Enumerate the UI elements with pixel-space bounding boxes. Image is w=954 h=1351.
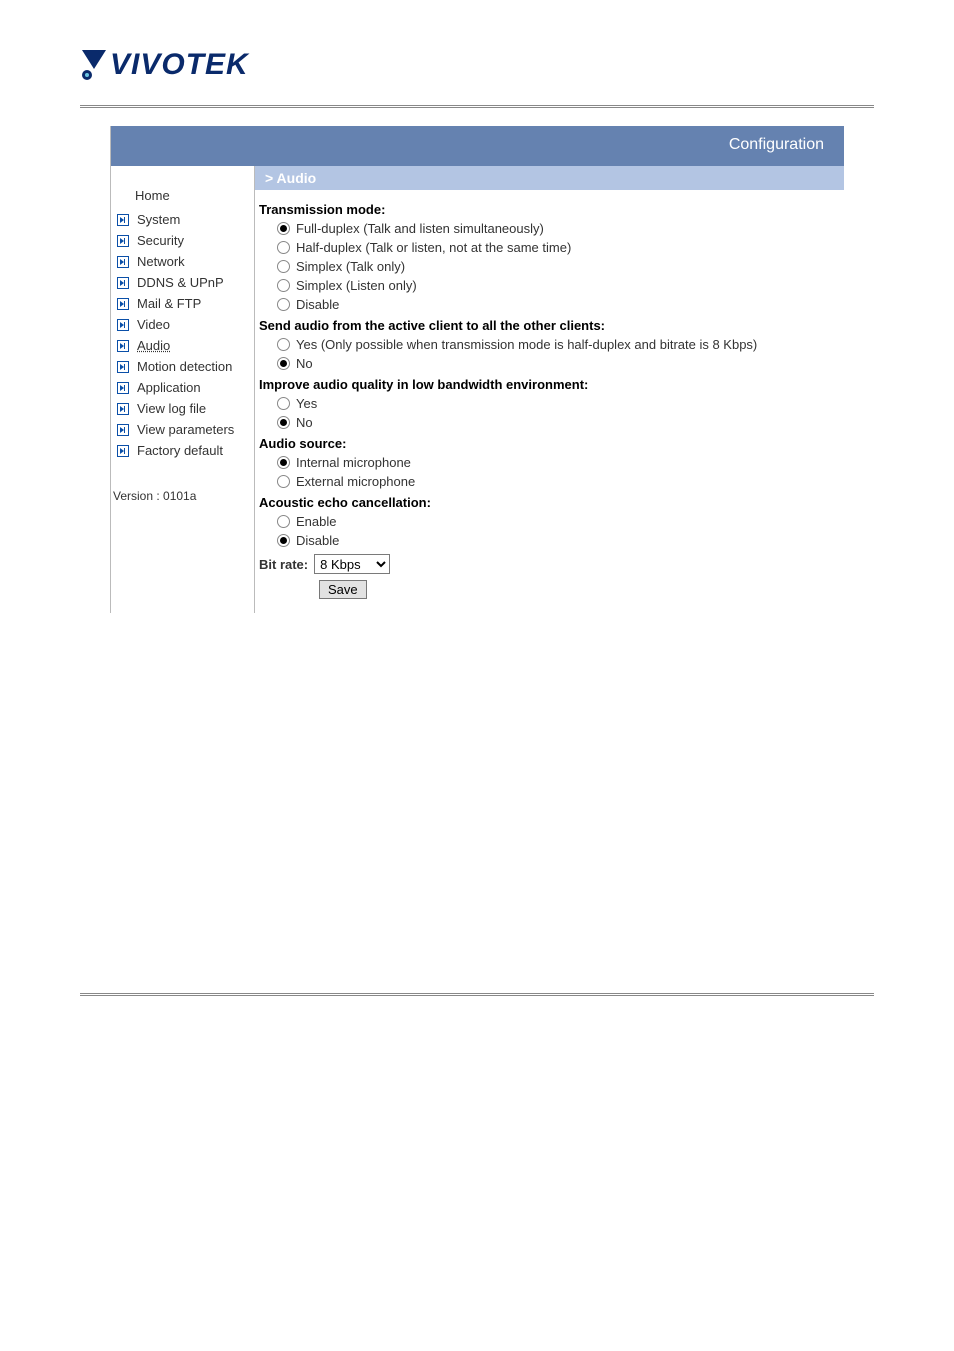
content: > Audio Transmission mode: Full-duplex (… bbox=[254, 166, 844, 613]
improve-option-label: Yes bbox=[296, 396, 317, 411]
arrow-right-icon bbox=[117, 256, 129, 268]
source-radio-0[interactable] bbox=[277, 456, 290, 469]
echo-option-row: Enable bbox=[259, 512, 840, 531]
nav-item-label: Security bbox=[137, 233, 184, 248]
nav-item-factory-default[interactable]: Factory default bbox=[111, 440, 254, 461]
nav-item-view-parameters[interactable]: View parameters bbox=[111, 419, 254, 440]
echo-heading: Acoustic echo cancellation: bbox=[259, 491, 840, 512]
arrow-right-icon bbox=[117, 235, 129, 247]
arrow-right-icon bbox=[117, 340, 129, 352]
echo-radio-0[interactable] bbox=[277, 515, 290, 528]
logo-area: VIVOTEK bbox=[0, 40, 954, 105]
source-option-label: Internal microphone bbox=[296, 455, 411, 470]
arrow-right-icon bbox=[117, 424, 129, 436]
nav-item-label: Network bbox=[137, 254, 185, 269]
send-audio-option-label: No bbox=[296, 356, 313, 371]
source-radio-1[interactable] bbox=[277, 475, 290, 488]
app-frame: Configuration Home System Security Network… bbox=[110, 126, 844, 613]
nav-item-motion-detection[interactable]: Motion detection bbox=[111, 356, 254, 377]
save-button[interactable]: Save bbox=[319, 580, 367, 599]
improve-option-row: Yes bbox=[259, 394, 840, 413]
arrow-right-icon bbox=[117, 361, 129, 373]
transmission-radio-4[interactable] bbox=[277, 298, 290, 311]
audio-form: Transmission mode: Full-duplex (Talk and… bbox=[255, 190, 844, 613]
sidebar: Home System Security Network DDNS & UPnP Mai… bbox=[111, 166, 255, 613]
nav-item-system[interactable]: System bbox=[111, 209, 254, 230]
nav-item-audio[interactable]: Audio bbox=[111, 335, 254, 356]
nav-item-label: Factory default bbox=[137, 443, 223, 458]
bitrate-select[interactable]: 8 Kbps bbox=[314, 554, 390, 574]
breadcrumb: > Audio bbox=[255, 166, 844, 190]
nav-item-ddns-upnp[interactable]: DDNS & UPnP bbox=[111, 272, 254, 293]
send-audio-option-row: Yes (Only possible when transmission mod… bbox=[259, 335, 840, 354]
echo-radio-1[interactable] bbox=[277, 534, 290, 547]
transmission-radio-1[interactable] bbox=[277, 241, 290, 254]
nav-item-label: Motion detection bbox=[137, 359, 232, 374]
nav-item-security[interactable]: Security bbox=[111, 230, 254, 251]
nav-home-label: Home bbox=[135, 188, 170, 203]
nav-home[interactable]: Home bbox=[111, 184, 254, 209]
improve-heading: Improve audio quality in low bandwidth e… bbox=[259, 373, 840, 394]
echo-option-row: Disable bbox=[259, 531, 840, 550]
transmission-option-row: Half-duplex (Talk or listen, not at the … bbox=[259, 238, 840, 257]
improve-option-label: No bbox=[296, 415, 313, 430]
nav-item-label: View parameters bbox=[137, 422, 234, 437]
nav-item-label: Audio bbox=[137, 338, 170, 353]
transmission-option-row: Full-duplex (Talk and listen simultaneou… bbox=[259, 219, 840, 238]
echo-option-label: Enable bbox=[296, 514, 336, 529]
bitrate-label: Bit rate: bbox=[259, 557, 308, 572]
version-label: Version : 0101a bbox=[111, 461, 254, 503]
nav-item-label: Application bbox=[137, 380, 201, 395]
nav-item-view-log-file[interactable]: View log file bbox=[111, 398, 254, 419]
logo-icon bbox=[80, 48, 108, 82]
nav-item-application[interactable]: Application bbox=[111, 377, 254, 398]
nav-item-label: Video bbox=[137, 317, 170, 332]
source-option-label: External microphone bbox=[296, 474, 415, 489]
transmission-option-row: Simplex (Talk only) bbox=[259, 257, 840, 276]
improve-option-row: No bbox=[259, 413, 840, 432]
transmission-option-label: Simplex (Talk only) bbox=[296, 259, 405, 274]
improve-radio-1[interactable] bbox=[277, 416, 290, 429]
improve-radio-0[interactable] bbox=[277, 397, 290, 410]
arrow-right-icon bbox=[117, 214, 129, 226]
transmission-option-row: Simplex (Listen only) bbox=[259, 276, 840, 295]
nav-item-video[interactable]: Video bbox=[111, 314, 254, 335]
logo: VIVOTEK bbox=[80, 48, 249, 82]
nav-item-label: System bbox=[137, 212, 180, 227]
nav-item-label: Mail & FTP bbox=[137, 296, 201, 311]
send-audio-radio-1[interactable] bbox=[277, 357, 290, 370]
send-audio-heading: Send audio from the active client to all… bbox=[259, 314, 840, 335]
nav-item-label: DDNS & UPnP bbox=[137, 275, 224, 290]
source-heading: Audio source: bbox=[259, 432, 840, 453]
arrow-right-icon bbox=[117, 298, 129, 310]
app-header: Configuration bbox=[111, 126, 844, 166]
transmission-option-label: Half-duplex (Talk or listen, not at the … bbox=[296, 240, 571, 255]
transmission-option-label: Disable bbox=[296, 297, 339, 312]
transmission-option-label: Full-duplex (Talk and listen simultaneou… bbox=[296, 221, 544, 236]
source-option-row: External microphone bbox=[259, 472, 840, 491]
transmission-radio-2[interactable] bbox=[277, 260, 290, 273]
echo-option-label: Disable bbox=[296, 533, 339, 548]
divider-bottom bbox=[80, 993, 874, 996]
nav-item-label: View log file bbox=[137, 401, 206, 416]
transmission-option-label: Simplex (Listen only) bbox=[296, 278, 417, 293]
send-audio-radio-0[interactable] bbox=[277, 338, 290, 351]
arrow-right-icon bbox=[117, 277, 129, 289]
send-audio-option-row: No bbox=[259, 354, 840, 373]
arrow-right-icon bbox=[117, 445, 129, 457]
transmission-heading: Transmission mode: bbox=[259, 198, 840, 219]
transmission-option-row: Disable bbox=[259, 295, 840, 314]
transmission-radio-3[interactable] bbox=[277, 279, 290, 292]
page-title: Configuration bbox=[729, 136, 824, 153]
arrow-right-icon bbox=[117, 319, 129, 331]
nav-item-mail-ftp[interactable]: Mail & FTP bbox=[111, 293, 254, 314]
arrow-right-icon bbox=[117, 382, 129, 394]
send-audio-option-label: Yes (Only possible when transmission mod… bbox=[296, 337, 757, 352]
arrow-right-icon bbox=[117, 403, 129, 415]
logo-text: VIVOTEK bbox=[110, 48, 249, 82]
source-option-row: Internal microphone bbox=[259, 453, 840, 472]
divider-top bbox=[80, 105, 874, 108]
nav-item-network[interactable]: Network bbox=[111, 251, 254, 272]
transmission-radio-0[interactable] bbox=[277, 222, 290, 235]
